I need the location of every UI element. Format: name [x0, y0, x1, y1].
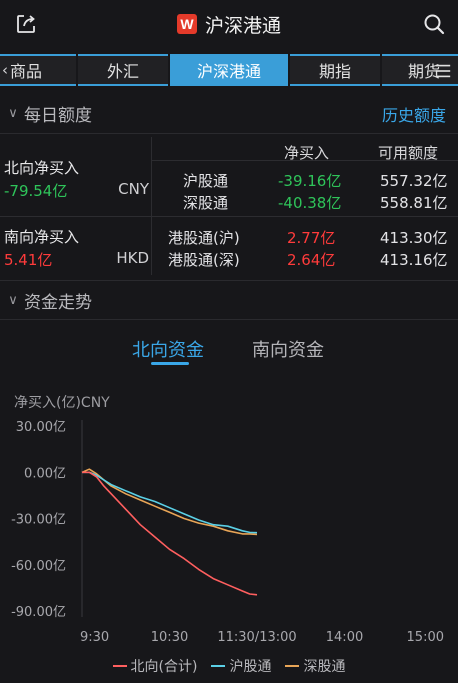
legend-item-north: 北向(合计) — [112, 656, 198, 676]
row-name-sz: 深股通 — [183, 194, 229, 212]
quota-table: 净买入 可用额度 北向净买入 -79.54亿 CNY 沪股通 -39.16亿 5… — [0, 137, 458, 275]
row-avail-sh: 557.32亿 — [380, 172, 448, 190]
tab-commodity[interactable]: ‹ 商品 — [0, 54, 76, 86]
y-tick-label: -60.00亿 — [11, 559, 66, 574]
tab-futures[interactable]: 期货 — [382, 54, 458, 86]
legend-label: 北向(合计) — [130, 659, 198, 675]
y-tick-label: -90.00亿 — [11, 605, 66, 620]
tab-northbound[interactable]: 北向资金 — [132, 336, 204, 362]
tab-label: 沪深港通 — [196, 62, 261, 81]
x-tick-label: 15:00 — [407, 630, 444, 645]
row-name-hk-sh: 港股通(沪) — [168, 229, 240, 247]
capital-trend-title: 资金走势 — [24, 292, 92, 313]
chart-legend: 北向(合计) 沪股通 深股通 — [0, 656, 458, 676]
row-name-sh: 沪股通 — [183, 172, 229, 190]
row-avail-hk-sh: 413.30亿 — [380, 229, 448, 247]
row-name-hk-sz: 港股通(深) — [168, 251, 240, 269]
row-avail-sz: 558.81亿 — [380, 194, 448, 212]
market-tabs: ‹ 商品 外汇 沪深港通 期指 期货 — [0, 54, 458, 86]
legend-swatch — [112, 665, 127, 667]
search-icon[interactable] — [422, 12, 446, 36]
top-bar: W 沪深港通 — [0, 0, 458, 48]
southbound-summary[interactable]: 南向净买入 5.41亿 HKD — [0, 217, 152, 275]
legend-label: 沪股通 — [229, 659, 272, 675]
history-quota-link[interactable]: 历史额度 — [382, 102, 446, 126]
chevron-left-icon[interactable]: ‹ — [2, 61, 8, 79]
capital-flow-chart: 净买入(亿)CNY 30.00亿 0.00亿 -30.00亿 -60.00亿 -90.0… — [0, 380, 458, 683]
northbound-value: -79.54亿 — [4, 182, 68, 200]
capital-trend-header[interactable]: ∨ 资金走势 — [0, 280, 458, 320]
row-netbuy-hk-sz: 2.64亿 — [287, 251, 336, 269]
tab-label: 商品 — [10, 62, 43, 81]
x-tick-label: 9:30 — [80, 630, 109, 645]
tab-forex[interactable]: 外汇 — [78, 54, 168, 86]
tab-label: 外汇 — [106, 62, 139, 81]
legend-item-sh: 沪股通 — [211, 656, 271, 676]
northbound-summary[interactable]: 北向净买入 -79.54亿 CNY — [0, 137, 152, 216]
legend-label: 深股通 — [303, 659, 346, 675]
title-wrap: W 沪深港通 — [176, 11, 281, 38]
southbound-value: 5.41亿 — [4, 251, 53, 269]
y-axis-label: 净买入(亿)CNY — [14, 395, 110, 411]
active-tab-underline — [151, 362, 189, 365]
series-line-1 — [82, 471, 258, 534]
row-netbuy-sh: -39.16亿 — [278, 172, 342, 190]
brand-logo: W — [176, 14, 197, 34]
legend-swatch — [211, 665, 226, 667]
legend-swatch — [285, 665, 300, 667]
chevron-down-icon[interactable]: ∨ — [2, 293, 24, 308]
tab-index-futures[interactable]: 期指 — [290, 54, 380, 86]
daily-quota-title: 每日额度 — [24, 106, 92, 126]
x-tick-label: 11:30/13:00 — [217, 630, 296, 645]
y-tick-label: 0.00亿 — [24, 466, 66, 481]
southbound-currency: HKD — [116, 249, 149, 267]
tab-southbound[interactable]: 南向资金 — [252, 336, 324, 362]
y-tick-label: 30.00亿 — [16, 420, 66, 435]
y-tick-label: -30.00亿 — [11, 513, 66, 528]
southbound-label: 南向净买入 — [4, 228, 80, 246]
row-avail-hk-sz: 413.16亿 — [380, 251, 448, 269]
row-netbuy-hk-sh: 2.77亿 — [287, 229, 336, 247]
row-netbuy-sz: -40.38亿 — [278, 194, 342, 212]
series-line-0 — [82, 471, 258, 596]
chevron-down-icon[interactable]: ∨ — [2, 106, 24, 121]
share-icon[interactable] — [14, 12, 38, 36]
tab-hk-connect[interactable]: 沪深港通 — [170, 54, 288, 86]
menu-icon[interactable] — [434, 62, 452, 80]
series-line-2 — [81, 468, 258, 536]
northbound-label: 北向净买入 — [4, 159, 80, 177]
capital-subtabs: 北向资金 南向资金 — [0, 332, 458, 368]
x-tick-label: 10:30 — [151, 630, 188, 645]
legend-item-sz: 深股通 — [285, 656, 345, 676]
chart-plot: 30.00亿 0.00亿 -30.00亿 -60.00亿 -90.00亿 9:30 10:3… — [11, 420, 444, 645]
page-title: 沪深港通 — [204, 14, 281, 37]
daily-quota-header[interactable]: ∨ 每日额度 历史额度 — [0, 94, 458, 134]
x-tick-label: 14:00 — [326, 630, 363, 645]
tab-label: 期指 — [318, 62, 351, 81]
northbound-currency: CNY — [118, 180, 149, 198]
divider — [152, 160, 458, 161]
